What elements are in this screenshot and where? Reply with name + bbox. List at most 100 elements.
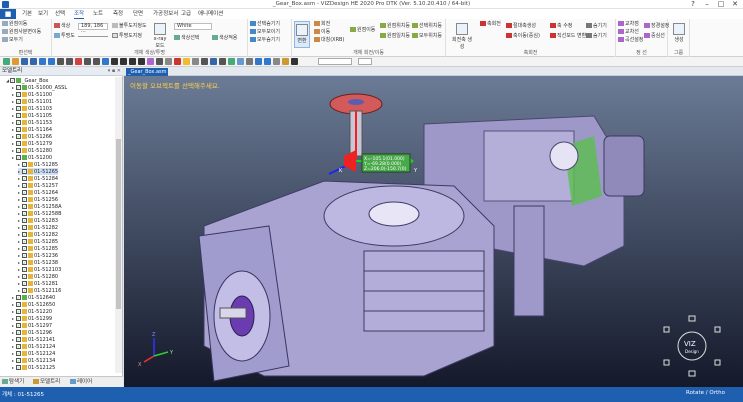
hide-all-button[interactable]: 모두숨기기 xyxy=(250,37,280,44)
xray-mode-button[interactable]: x-ray모드 xyxy=(152,21,168,49)
tree-row[interactable]: ▸ ✓ 01-51153 xyxy=(12,119,52,126)
filter-icon[interactable] xyxy=(273,58,280,65)
absolute-axis-button[interactable]: 절대축생성 xyxy=(506,23,536,30)
rotate-button[interactable]: 회전 xyxy=(314,21,330,28)
open-icon[interactable] xyxy=(12,58,19,65)
tree-row[interactable]: ▸ ✓ 01-51282 xyxy=(18,224,58,231)
origin-move-2-button[interactable]: 원점이동 xyxy=(350,27,375,34)
tree-row[interactable]: ▸ ✓ 01-51280 xyxy=(18,273,58,280)
tree-row[interactable]: ▸ ✓ 01-51285 xyxy=(18,161,58,168)
checkbox-icon[interactable]: ✓ xyxy=(22,267,27,272)
layer-icon[interactable] xyxy=(237,58,244,65)
tree-row[interactable]: ▸ ✓ 01-51279 xyxy=(12,140,52,147)
checkbox-icon[interactable]: ✓ xyxy=(16,330,21,335)
checkbox-icon[interactable]: ✓ xyxy=(16,155,21,160)
tree-row[interactable]: ▸ ✓ 01-51000_ASSL xyxy=(12,84,67,91)
minimize-button[interactable]: – xyxy=(700,0,714,9)
tree-row[interactable]: ▸ ✓ 01-51236 xyxy=(18,252,58,259)
light-icon[interactable] xyxy=(183,58,190,65)
color-apply-button[interactable]: 색상적용 xyxy=(212,35,237,42)
selection-position-button[interactable]: 선택위치등 xyxy=(412,23,442,30)
checkbox-icon[interactable]: ✓ xyxy=(22,281,27,286)
checkbox-icon[interactable]: ✓ xyxy=(22,288,27,293)
tree-row[interactable]: ▸ ✓ 01-51264 xyxy=(18,189,58,196)
line-icon[interactable] xyxy=(111,58,118,65)
checkbox-icon[interactable]: ✓ xyxy=(16,134,21,139)
tree-row[interactable]: ▸ ✓ 01-51265 xyxy=(18,168,59,175)
tree-row[interactable]: ▸ ✓ 01-51280 xyxy=(12,147,52,154)
checkbox-icon[interactable]: ✓ xyxy=(22,246,27,251)
linear-mode-button[interactable]: 직선모드 변환 xyxy=(550,33,586,40)
checkbox-icon[interactable]: ✓ xyxy=(10,78,15,83)
all-position-button[interactable]: 모두위치등 xyxy=(412,33,442,40)
partial-transparency-button[interactable]: 불투도지정도 xyxy=(112,23,147,30)
tree-row[interactable]: ▸ ✓ 01-512124 xyxy=(12,343,55,350)
tree-row[interactable]: ▸ ✓ 01-51297 xyxy=(12,322,52,329)
checkbox-icon[interactable]: ✓ xyxy=(16,148,21,153)
wire-icon[interactable] xyxy=(201,58,208,65)
tree-row[interactable]: ▸ ✓ 01-512141 xyxy=(12,336,55,343)
3d-viewport[interactable]: X=-105.1(01.000) Y=-69.28(0.000) Z=206.0… xyxy=(124,76,743,387)
checkbox-icon[interactable]: ✓ xyxy=(16,309,21,314)
menu-item-2[interactable]: 선택 xyxy=(55,10,65,19)
create-axis-button[interactable]: 회전축 생성 xyxy=(450,21,474,50)
checkbox-icon[interactable]: ✓ xyxy=(16,316,21,321)
menu-item-1[interactable]: 보기 xyxy=(38,10,48,19)
collapse-button[interactable]: 모두기 xyxy=(2,37,23,44)
tree-root[interactable]: ◢ ✓ _Gear_Box xyxy=(6,77,48,84)
arc-icon[interactable] xyxy=(120,58,127,65)
tree-row[interactable]: ▸ ✓ 01-51296 xyxy=(12,329,52,336)
zoom-icon[interactable] xyxy=(93,58,100,65)
menu-item-4[interactable]: 노트 xyxy=(93,10,103,19)
text-icon[interactable] xyxy=(291,58,298,65)
undo-icon[interactable] xyxy=(39,58,46,65)
checkbox-icon[interactable]: ✓ xyxy=(22,274,27,279)
view-cube-bottom[interactable] xyxy=(688,370,696,377)
checkbox-icon[interactable]: ✓ xyxy=(16,302,21,307)
hide-axis-2-button[interactable]: 숨기기 xyxy=(586,33,607,40)
fit-icon[interactable] xyxy=(102,58,109,65)
tree-scrollbar[interactable] xyxy=(115,77,122,373)
panel-pin-icon[interactable]: ▾ ▪ ✕ xyxy=(108,67,121,76)
new-icon[interactable] xyxy=(3,58,10,65)
zoom-input[interactable] xyxy=(318,58,352,65)
color-value-field[interactable]: 189, 186 ... xyxy=(78,23,108,34)
close-button[interactable]: ✕ xyxy=(728,0,742,9)
file-menu-button[interactable]: ■ xyxy=(0,9,16,19)
checkbox-icon[interactable]: ✓ xyxy=(16,92,21,97)
tree-row[interactable]: ▸ ✓ 01-51266 xyxy=(12,133,52,140)
tree-row[interactable]: ▸ ✓ 01-51200 xyxy=(12,154,52,161)
checkbox-icon[interactable]: ✓ xyxy=(16,106,21,111)
diameter-setting-button[interactable]: 장경설정 xyxy=(644,23,669,30)
view-cube-corner[interactable] xyxy=(714,326,721,333)
info-icon[interactable] xyxy=(264,58,271,65)
settings-icon[interactable] xyxy=(246,58,253,65)
tree-row[interactable]: ▸ ✓ 01-51101 xyxy=(12,98,52,105)
checkbox-icon[interactable]: ✓ xyxy=(16,358,21,363)
checkbox-icon[interactable]: ✓ xyxy=(22,183,27,188)
tree-row[interactable]: ▸ ✓ 01-51103 xyxy=(12,105,52,112)
intersection-point-button[interactable]: 교차점 xyxy=(618,21,639,28)
print-icon[interactable] xyxy=(219,58,226,65)
create-group-button[interactable]: 생성 xyxy=(671,21,687,48)
checkbox-icon[interactable]: ✓ xyxy=(16,323,21,328)
tree-row[interactable]: ▸ ✓ 01-51299 xyxy=(12,315,52,322)
tree-row[interactable]: ▸ ✓ 01-51283 xyxy=(18,217,58,224)
checkbox-icon[interactable]: ✓ xyxy=(22,260,27,265)
transparency-slider[interactable] xyxy=(78,36,108,37)
tab-explorer[interactable]: 탐색기 xyxy=(2,378,24,387)
tree-row[interactable]: ▸ ✓ 01-51164 xyxy=(12,126,52,133)
tree-row[interactable]: ▸ ✓ 01-512116 xyxy=(18,287,61,294)
origin-position-button[interactable]: 원점위치등 xyxy=(380,23,410,30)
tree-row[interactable]: ▸ ✓ 01-512650 xyxy=(12,301,55,308)
menu-item-9[interactable]: 애니메이션 xyxy=(198,10,223,19)
tab-model-tree[interactable]: 모델트리 xyxy=(33,378,60,387)
help-icon[interactable] xyxy=(255,58,262,65)
save-icon[interactable] xyxy=(21,58,28,65)
checkbox-icon[interactable]: ✓ xyxy=(16,295,21,300)
origin-move-button[interactable]: 원점이동 xyxy=(2,21,27,28)
circle-icon[interactable] xyxy=(129,58,136,65)
menu-item-8[interactable]: 고급 xyxy=(181,10,191,19)
gearbox-model[interactable]: X=-105.1(01.000) Y=-69.28(0.000) Z=206.0… xyxy=(124,76,743,387)
checkbox-icon[interactable]: ✓ xyxy=(22,225,27,230)
